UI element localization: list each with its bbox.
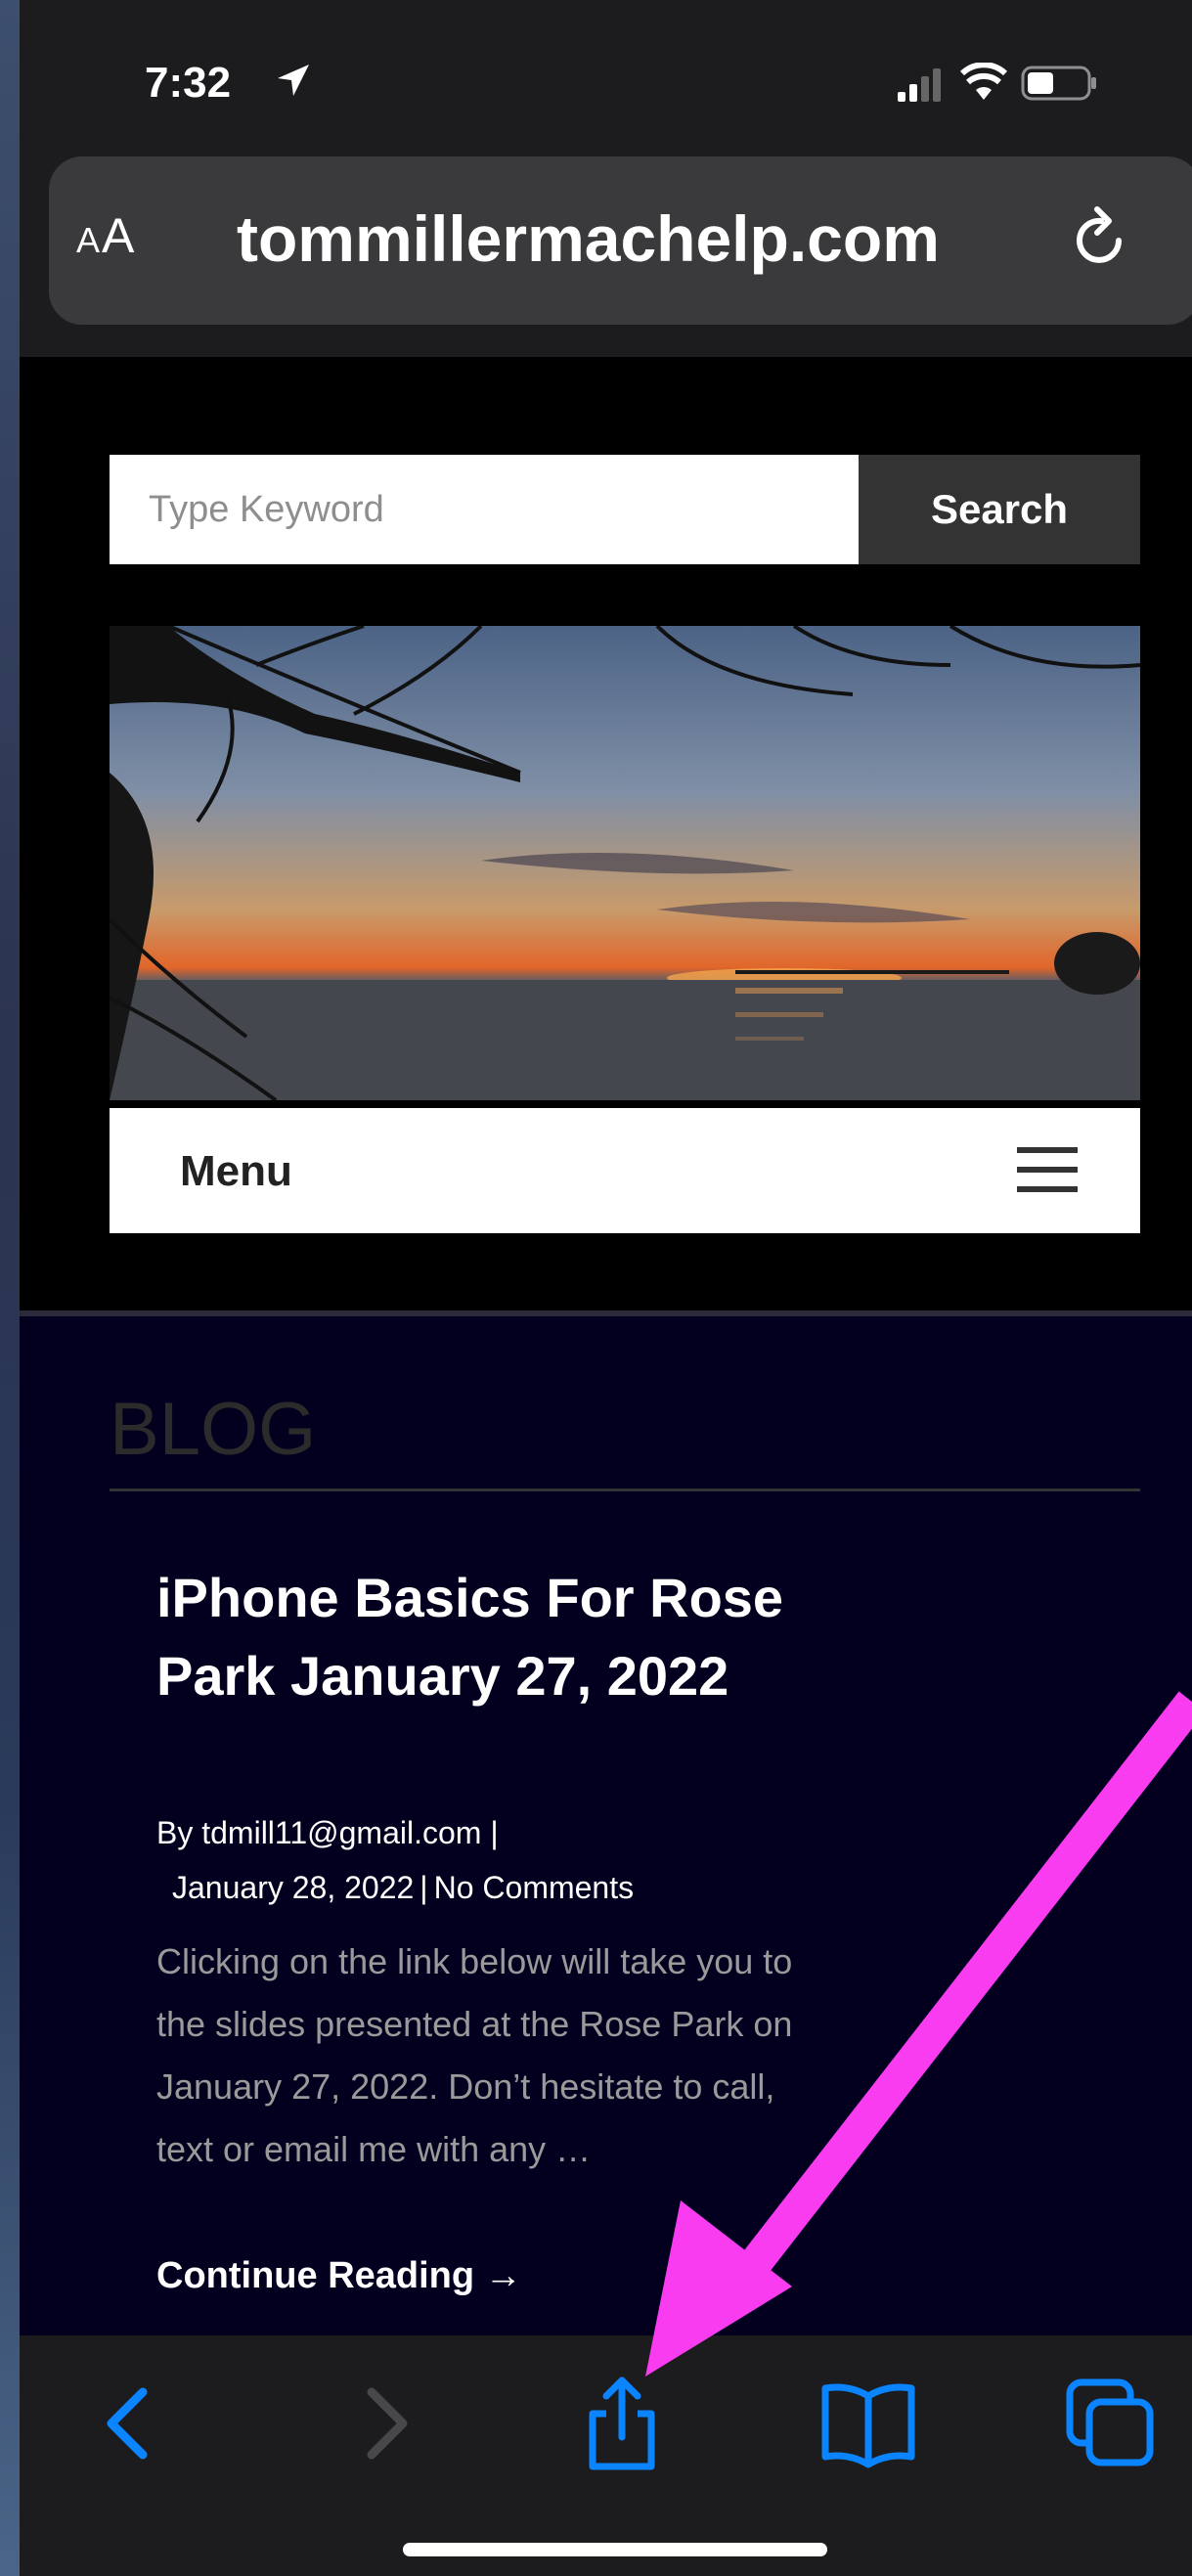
continue-reading-link[interactable]: Continue Reading → (156, 2255, 522, 2297)
post-meta: January 28, 2022 | No Comments (172, 1870, 634, 1906)
search-input[interactable] (110, 455, 859, 564)
url-text[interactable]: tommillermachelp.com (237, 201, 940, 276)
battery-icon (1021, 66, 1096, 101)
site-header: Search (20, 357, 1192, 1310)
post-comments-link[interactable]: No Comments (434, 1870, 635, 1905)
home-indicator[interactable] (403, 2543, 827, 2556)
safari-window: 7:32 AA tommillermachelp.com Type Keywor… (20, 0, 1192, 2576)
post-author[interactable]: By tdmill11@gmail.com | (156, 1815, 499, 1851)
divider (110, 1488, 1140, 1491)
status-time: 7:32 (145, 59, 232, 107)
top-browser-chrome: 7:32 AA tommillermachelp.com (20, 0, 1192, 357)
bookmarks-book-icon[interactable] (819, 2375, 917, 2472)
reader-text-size-button[interactable]: AA (76, 207, 136, 264)
sunset-lake-header-image (110, 626, 1140, 1100)
meta-separator: | (419, 1870, 428, 1905)
location-arrow-icon (278, 65, 309, 96)
search-button[interactable]: Search (859, 455, 1140, 564)
cellular-signal-icon (898, 68, 941, 102)
back-chevron-icon[interactable] (82, 2375, 180, 2472)
hamburger-menu-icon[interactable] (1017, 1145, 1078, 1194)
wifi-icon (960, 63, 1007, 100)
post-title-link[interactable]: iPhone Basics For Rose Park January 27, … (156, 1559, 841, 1715)
share-icon[interactable] (573, 2375, 671, 2472)
blog-section: BLOG iPhone Basics For Rose Park January… (20, 1310, 1192, 2490)
menu-bar[interactable]: Menu (110, 1108, 1140, 1233)
post-excerpt: Clicking on the link below will take you… (156, 1941, 793, 2169)
reload-icon[interactable] (1072, 201, 1130, 270)
web-page: Search (20, 357, 1192, 2490)
forward-chevron-icon[interactable] (334, 2375, 432, 2472)
blog-heading: BLOG (110, 1388, 317, 1471)
tabs-icon[interactable] (1062, 2375, 1160, 2472)
bottom-toolbar (20, 2335, 1192, 2576)
menu-label: Menu (180, 1147, 292, 1195)
post-date[interactable]: January 28, 2022 (172, 1870, 414, 1905)
